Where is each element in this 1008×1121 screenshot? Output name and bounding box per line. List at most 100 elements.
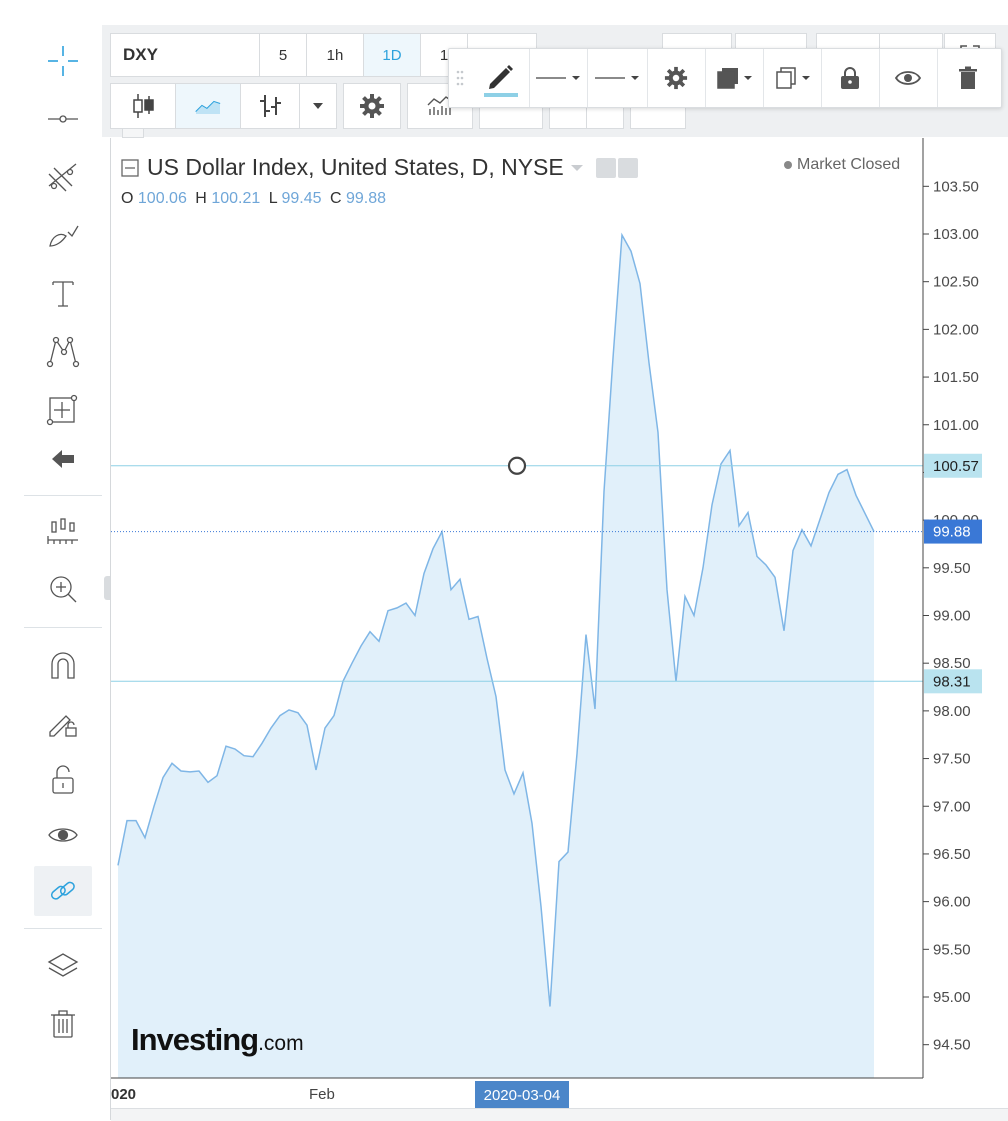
y-tick-label: 96.00	[933, 894, 971, 911]
line-width-icon	[536, 76, 580, 80]
pitchfork-icon	[48, 163, 77, 192]
remove-drawings-tool[interactable]	[34, 998, 92, 1048]
chart-pane[interactable]: 94.50 95.00 95.50 96.00 96.50 97.00 97.50 98.00…	[110, 138, 1008, 1121]
horizontal-line-tool[interactable]	[34, 94, 92, 144]
horizontal-line-icon	[48, 115, 78, 123]
collapse-legend-icon[interactable]	[121, 158, 139, 177]
low-value: 99.45	[281, 190, 322, 207]
ohlc-values: O 100.06 H 100.21 L 99.45 C 99.88	[121, 190, 386, 208]
close-label: C	[329, 190, 342, 207]
investing-logo: Investing.com	[131, 1022, 304, 1058]
lock-drawing-button[interactable]	[821, 49, 880, 107]
unlock-icon	[52, 765, 74, 794]
y-tick-label: 98.00	[933, 703, 971, 720]
hide-drawing-button[interactable]	[879, 49, 938, 107]
pencil-lock-icon	[49, 715, 77, 737]
visibility-toggle-icon[interactable]	[595, 157, 616, 178]
magnet-icon	[51, 652, 75, 679]
zoom-in-tool[interactable]	[34, 564, 92, 614]
ohlc-bars-icon	[260, 95, 281, 117]
market-status: Market Closed	[784, 156, 900, 174]
open-value: 100.06	[137, 190, 187, 207]
line-color-button[interactable]	[471, 49, 530, 107]
trash-icon	[51, 1010, 75, 1038]
crosshair-tool[interactable]	[34, 36, 92, 86]
lower-line-price-badge: 98.31	[933, 673, 971, 690]
candles-ruler-icon	[47, 518, 78, 544]
logo-brand: Investing	[131, 1022, 259, 1057]
line-anchor-handle[interactable]	[507, 456, 527, 475]
visual-order-dropdown[interactable]	[705, 49, 764, 107]
y-tick-label: 95.00	[933, 989, 971, 1006]
delete-drawing-button[interactable]	[937, 49, 999, 107]
upper-line-price-badge: 100.57	[933, 458, 979, 475]
interval-1d-button[interactable]: 1D	[363, 33, 421, 77]
y-tick-label: 101.00	[933, 417, 979, 434]
y-tick-label: 99.00	[933, 608, 971, 625]
caret-down-icon[interactable]	[570, 163, 584, 173]
pencil-icon	[484, 65, 518, 97]
y-tick-label: 102.50	[933, 274, 979, 291]
sync-drawings-tool[interactable]	[34, 866, 92, 916]
current-price-badge: 99.88	[933, 524, 971, 541]
eye-icon	[895, 71, 921, 85]
gear-icon	[360, 94, 384, 118]
price-axis[interactable]: 94.50 95.00 95.50 96.00 96.50 97.00 97.50 98.00…	[923, 178, 979, 1054]
symbol-input[interactable]: DXY	[110, 33, 260, 77]
chart-legend: US Dollar Index, United States, D, NYSE	[121, 154, 638, 181]
price-area-fill	[118, 235, 874, 1078]
time-label-feb: Feb	[309, 1086, 335, 1103]
caret-down-icon	[313, 103, 323, 109]
y-tick-label: 96.50	[933, 846, 971, 863]
y-tick-label: 99.50	[933, 560, 971, 577]
interval-5-button[interactable]: 5	[259, 33, 307, 77]
close-value: 99.88	[345, 190, 387, 207]
drag-handle[interactable]	[449, 49, 471, 107]
area-chart-icon	[195, 100, 221, 114]
y-tick-label: 95.50	[933, 941, 971, 958]
clone-dropdown[interactable]	[763, 49, 822, 107]
crosshair-icon	[48, 46, 78, 76]
collapse-tab[interactable]	[122, 129, 144, 138]
candles-style-button[interactable]	[110, 83, 176, 129]
chart-title[interactable]: US Dollar Index, United States, D, NYSE	[147, 154, 564, 181]
fib-tool[interactable]	[34, 152, 92, 202]
brush-tool[interactable]	[34, 210, 92, 260]
left-drawing-toolbar	[0, 20, 110, 1120]
magnet-tool[interactable]	[34, 640, 92, 690]
chart-settings-button[interactable]	[343, 83, 401, 129]
interval-1h-button[interactable]: 1h	[306, 33, 364, 77]
object-tree-tool[interactable]	[34, 940, 92, 990]
zoom-range-tool[interactable]	[34, 506, 92, 556]
chart-type-dropdown[interactable]	[299, 83, 337, 129]
lock-drawings-tool[interactable]	[34, 754, 92, 804]
stay-in-drawing-mode-tool[interactable]	[34, 698, 92, 748]
y-tick-label: 102.00	[933, 321, 979, 338]
area-style-button[interactable]	[175, 83, 241, 129]
layers-icon	[47, 953, 79, 977]
line-width-dropdown[interactable]	[529, 49, 588, 107]
hide-toolbar-button[interactable]	[34, 434, 92, 484]
y-tick-label: 94.50	[933, 1037, 971, 1054]
hide-drawings-tool[interactable]	[34, 810, 92, 860]
bars-style-button[interactable]	[240, 83, 300, 129]
drawing-settings-button[interactable]	[647, 49, 706, 107]
high-value: 100.21	[211, 190, 261, 207]
line-style-dropdown[interactable]	[587, 49, 648, 107]
pattern-tool[interactable]	[34, 326, 92, 376]
status-dot	[784, 160, 792, 169]
pattern-icon	[46, 336, 80, 368]
legend-settings-icon[interactable]	[617, 157, 638, 178]
lock-icon	[841, 67, 859, 89]
y-tick-label: 101.50	[933, 369, 979, 386]
line-style-icon	[595, 76, 639, 80]
text-tool[interactable]	[34, 268, 92, 318]
brush-icon	[49, 225, 79, 247]
market-status-text: Market Closed	[797, 156, 901, 173]
y-tick-label: 97.50	[933, 751, 971, 768]
logo-suffix: .com	[258, 1032, 304, 1055]
y-tick-label: 103.50	[933, 178, 979, 195]
crosshair-date-badge: 2020-03-04	[475, 1081, 569, 1109]
measure-tool[interactable]	[34, 384, 92, 434]
arrow-left-icon	[52, 450, 74, 468]
